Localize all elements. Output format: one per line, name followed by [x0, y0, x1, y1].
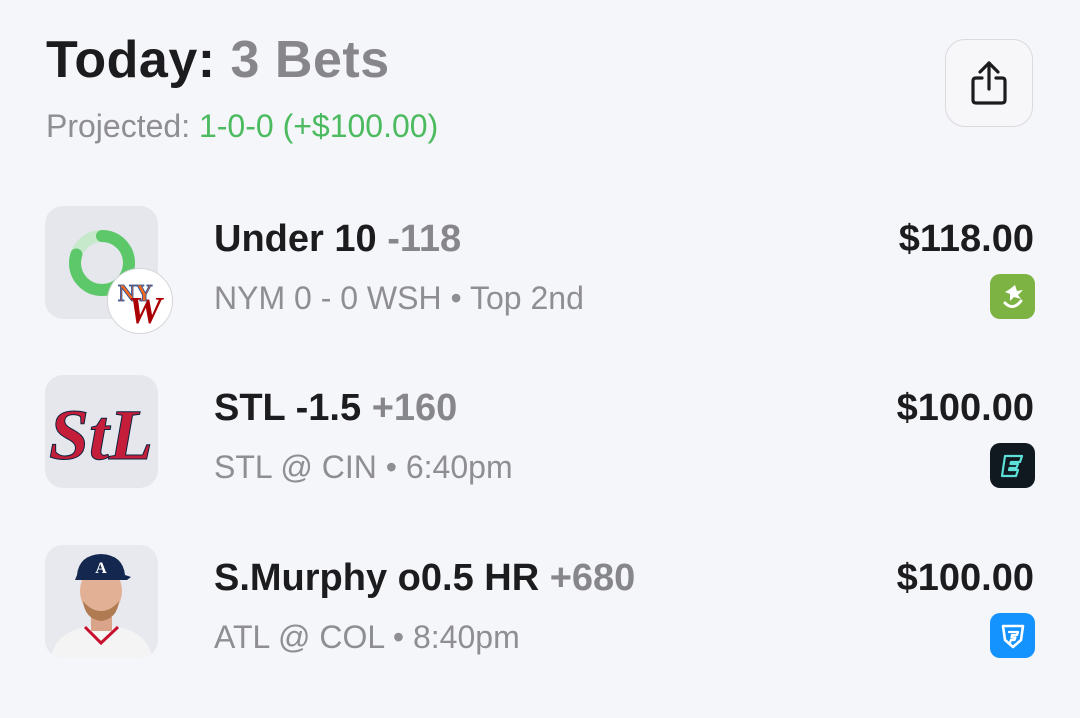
bet-title: S.Murphy o0.5 HR +680	[214, 557, 635, 600]
bet-odds: -118	[387, 218, 462, 260]
projected-record: 1-0-0 (+$100.00)	[198, 108, 439, 144]
cardinals-logo-icon: StL	[48, 395, 153, 476]
title-prefix: Today:	[46, 31, 216, 89]
bet-amount: $100.00	[896, 387, 1034, 429]
bet-thumbnail: StL	[45, 375, 158, 488]
share-button[interactable]	[945, 39, 1033, 127]
player-headshot-icon: A	[45, 545, 158, 658]
bet-label: S.Murphy o0.5 HR	[214, 557, 540, 599]
bet-title: Under 10 -118	[214, 218, 461, 261]
svg-text:W: W	[128, 290, 165, 332]
game-status: NYM 0 - 0 WSH • Top 2nd	[214, 280, 584, 316]
bet-amount: $100.00	[896, 557, 1034, 599]
bet-row[interactable]: StL STL -1.5 +160 STL @ CIN • 6:40pm $10…	[0, 375, 1080, 495]
bet-title: STL -1.5 +160	[214, 387, 457, 430]
fanduel-icon	[990, 613, 1035, 658]
share-icon	[971, 61, 1007, 105]
bet-thumbnail: NY W	[45, 206, 173, 334]
bets-screen: Today: 3 Bets Projected: 1-0-0 (+$100.00…	[0, 0, 1080, 718]
bet-label: Under 10	[214, 218, 377, 260]
bet-row[interactable]: NY W Under 10 -118 NYM 0 - 0 WSH • Top 2…	[0, 206, 1080, 334]
game-time: STL @ CIN • 6:40pm	[214, 449, 513, 485]
svg-text:StL: StL	[49, 395, 153, 475]
page-title: Today: 3 Bets	[46, 30, 390, 90]
svg-text:A: A	[95, 560, 107, 577]
bet-label: STL -1.5	[214, 387, 362, 429]
bet-thumbnail: A	[45, 545, 158, 658]
bet-odds: +160	[371, 387, 458, 429]
bet-count: 3 Bets	[230, 31, 390, 89]
bet-row[interactable]: A S.Murphy o0.5 HR +680 ATL @ COL • 8:40…	[0, 545, 1080, 665]
projected-summary: Projected: 1-0-0 (+$100.00)	[46, 108, 438, 145]
projected-label: Projected:	[46, 108, 191, 144]
bet-odds: +680	[549, 557, 636, 599]
game-time: ATL @ COL • 8:40pm	[214, 619, 520, 655]
draftkings-icon	[990, 274, 1035, 319]
espn-bet-icon	[990, 443, 1035, 488]
bet-amount: $118.00	[898, 218, 1034, 260]
mets-nationals-logo-icon: NY W	[107, 268, 173, 334]
